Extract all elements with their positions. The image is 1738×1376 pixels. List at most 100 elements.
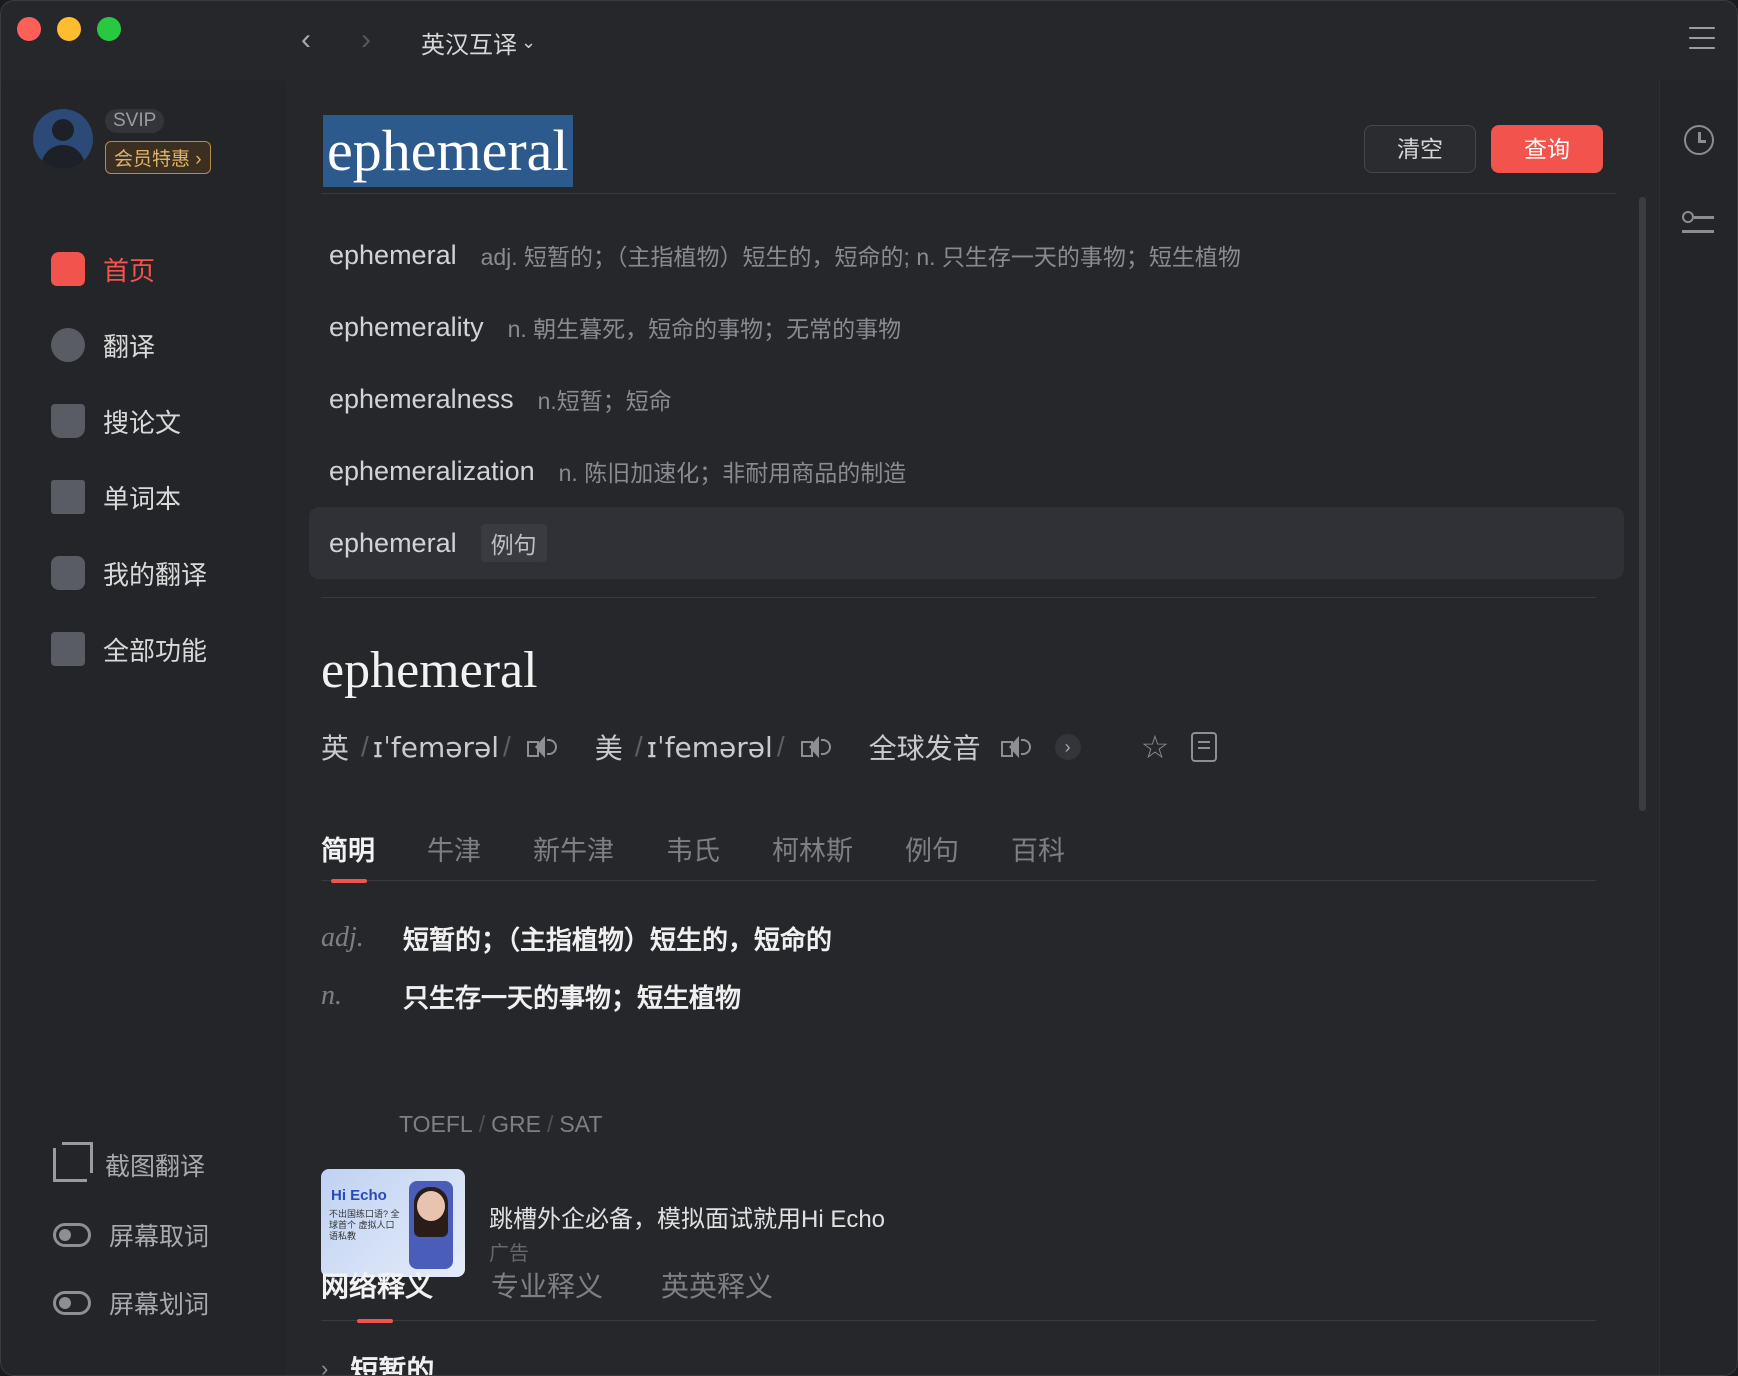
crop-icon [53,1142,93,1182]
slash: / [634,731,643,762]
slash: / [503,731,511,762]
sidebar-item-papers[interactable]: 搜论文 [1,383,286,459]
uk-label: 英 [321,733,350,764]
suggestion-word: ephemeral [329,239,457,270]
avatar[interactable] [33,109,93,169]
dictionary-tabs: 简明 牛津 新牛津 韦氏 柯林斯 例句 百科 [321,829,1596,883]
toggle-icon [53,1291,91,1315]
sidebar-item-my-translations[interactable]: 我的翻译 [1,535,286,611]
speaker-icon[interactable] [999,733,1031,761]
definition-row: n. 只生存一天的事物；短生植物 [321,967,832,1025]
settings-sliders-icon[interactable] [1682,211,1714,235]
note-icon[interactable] [1191,732,1218,762]
forward-arrow-icon[interactable]: › [351,23,381,57]
sidebar: SVIP 会员特惠 › 首页 翻译 搜论文 单词本 我的翻译 全部功能 截图翻译… [1,81,286,1375]
screen-select-lookup-toggle[interactable]: 屏幕划词 [53,1285,209,1321]
examples-tag: 例句 [480,524,547,562]
right-rail [1659,81,1737,1375]
graduation-cap-icon [51,404,85,438]
chevron-right-icon[interactable]: › [1054,734,1081,760]
tab-webster[interactable]: 韦氏 [666,829,720,881]
sidebar-item-label: 我的翻译 [103,559,208,590]
tab-new-oxford[interactable]: 新牛津 [533,829,614,881]
us-phonetic: ɪˈfemərəl [646,730,773,764]
sidebar-item-home[interactable]: 首页 [1,231,286,307]
history-clock-icon[interactable] [1684,125,1714,155]
zoom-window-button[interactable] [97,17,121,41]
app-window: ‹ › 英汉互译 ⌄ SVIP 会员特惠 › 首页 翻译 搜论文 单词本 我的翻… [0,0,1738,1376]
sidebar-item-label: 单词本 [103,483,182,514]
back-arrow-icon[interactable]: ‹ [291,23,321,57]
suggestion-item[interactable]: ephemeralness n.短暂；短命 [309,363,1624,435]
clear-button[interactable]: 清空 [1364,125,1476,173]
minimize-window-button[interactable] [57,17,81,41]
svip-badge: SVIP [105,109,165,133]
grid-icon [51,632,85,666]
ad-banner[interactable]: Hi Echo 不出国练口语? 全球首个 虚拟人口语私教 跳槽外企必备，模拟面试… [321,1169,1121,1277]
suggestion-item[interactable]: ephemerality n. 朝生暮死，短命的事物；无常的事物 [309,291,1624,363]
ad-thumb-title: Hi Echo [331,1187,387,1204]
language-mode-dropdown[interactable]: 英汉互译 ⌄ [421,25,536,60]
slash: / [478,1111,486,1137]
part-of-speech: n. [321,980,342,1011]
tab-collins[interactable]: 柯林斯 [772,829,853,881]
scrollbar[interactable] [1639,197,1646,811]
chevron-down-icon: ⌄ [521,32,537,52]
divider [321,597,1596,598]
query-button[interactable]: 查询 [1491,125,1603,173]
tab-english-definitions[interactable]: 英英释义 [661,1265,773,1321]
tab-professional-definitions[interactable]: 专业释义 [491,1265,603,1321]
screenshot-translate-button[interactable]: 截图翻译 [53,1142,206,1183]
document-icon [51,556,85,590]
tab-examples[interactable]: 例句 [905,829,959,881]
screen-word-lookup-toggle[interactable]: 屏幕取词 [53,1217,209,1253]
suggestion-item-examples[interactable]: ephemeral 例句 [309,507,1624,579]
sidebar-item-label: 搜论文 [103,407,182,438]
suggestion-definition: n. 陈旧加速化；非耐用商品的制造 [558,460,907,486]
global-pronunciation-label[interactable]: 全球发音 [869,727,981,767]
star-icon[interactable]: ☆ [1141,728,1170,766]
suggestion-item[interactable]: ephemeralization n. 陈旧加速化；非耐用商品的制造 [309,435,1624,507]
sidebar-item-label: 翻译 [103,331,156,362]
suggestion-word: ephemeralization [329,455,535,486]
menu-icon[interactable] [1689,27,1715,49]
tab-concise[interactable]: 简明 [321,829,375,883]
part-of-speech: adj. [321,922,364,953]
divider [321,193,1616,194]
suggestion-item[interactable]: ephemeral adj. 短暂的；（主指植物）短生的，短命的; n. 只生存… [309,219,1624,291]
web-definition-item[interactable]: › 短暂的 [321,1349,434,1375]
search-input[interactable]: ephemeral [323,115,573,187]
home-icon [51,252,85,286]
toggle-icon [53,1223,91,1247]
tab-encyclopedia[interactable]: 百科 [1011,829,1065,881]
sidebar-item-label: 全部功能 [103,635,208,666]
tool-label: 截图翻译 [105,1153,206,1181]
sidebar-item-label: 首页 [103,255,156,286]
suggestion-definition: n.短暂；短命 [537,388,672,414]
language-mode-label: 英汉互译 [421,32,517,59]
suggestion-word: ephemeral [329,527,457,558]
title-bar: ‹ › 英汉互译 ⌄ [1,1,1737,81]
suggestion-definition: n. 朝生暮死，短命的事物；无常的事物 [507,316,902,342]
suggestion-word: ephemerality [329,311,484,342]
sidebar-item-translate[interactable]: 翻译 [1,307,286,383]
exam-tag: SAT [559,1111,603,1137]
translate-icon [51,328,85,362]
tool-label: 屏幕划词 [109,1291,210,1319]
suggestion-list: ephemeral adj. 短暂的；（主指植物）短生的，短命的; n. 只生存… [309,219,1624,579]
close-window-button[interactable] [17,17,41,41]
sidebar-item-all-features[interactable]: 全部功能 [1,611,286,687]
slash: / [361,731,369,762]
speaker-icon[interactable] [525,733,557,761]
exam-tag: TOEFL [399,1111,473,1137]
ad-thumbnail: Hi Echo 不出国练口语? 全球首个 虚拟人口语私教 [321,1169,465,1277]
sidebar-item-wordbook[interactable]: 单词本 [1,459,286,535]
speaker-icon[interactable] [799,733,831,761]
ad-label: 广告 [489,1243,529,1265]
tab-web-definitions[interactable]: 网络释义 [321,1265,433,1323]
definition-row: adj. 短暂的；（主指植物）短生的，短命的 [321,909,832,967]
tab-oxford[interactable]: 牛津 [427,829,481,881]
pronunciation-row: 英 / ɪˈfemərəl / 美 / ɪˈfemərəl / 全球发音 › ☆ [321,727,1218,767]
vip-offer-button[interactable]: 会员特惠 › [105,141,211,174]
exam-tags: TOEFL / GRE / SAT [399,1111,602,1138]
